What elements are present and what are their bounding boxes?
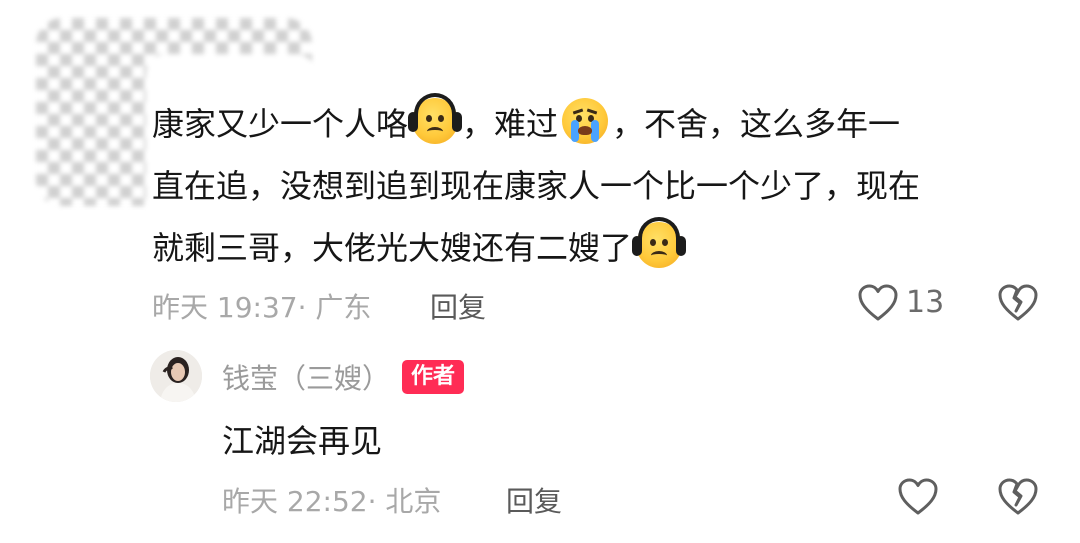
comment-line: 康家又少一个人咯 ，难过 ，不舍，这么多年一 bbox=[152, 93, 1052, 155]
reply-reply-button[interactable]: 回复 bbox=[506, 480, 562, 520]
like-count: 13 bbox=[906, 285, 945, 320]
heart-icon[interactable] bbox=[858, 284, 898, 322]
comment-line: 直在追，没想到追到现在康家人一个比一个少了，现在 bbox=[152, 155, 1052, 217]
reply-author-name[interactable]: 钱莹（三嫂） bbox=[222, 357, 390, 397]
comment-reply-button[interactable]: 回复 bbox=[430, 286, 486, 326]
reply-meta: 昨天 22:52· 北京 bbox=[222, 485, 442, 518]
comment-line: 就剩三哥，大佬光大嫂还有二嫂了 bbox=[152, 217, 1052, 279]
headphones-sad-emoji-icon bbox=[632, 217, 687, 268]
broken-heart-icon[interactable] bbox=[998, 478, 1038, 516]
comment-text-segment: 康家又少一个人咯 bbox=[152, 105, 409, 143]
comment-meta: 昨天 19:37· 广东 bbox=[152, 291, 372, 324]
reply-author-avatar[interactable] bbox=[150, 350, 202, 402]
broken-heart-icon[interactable] bbox=[998, 284, 1038, 322]
headphones-sad-emoji-icon bbox=[408, 93, 463, 144]
comment-text-segment: 直在追，没想到追到现在康家人一个比一个少了，现在 bbox=[152, 167, 921, 205]
comment-text-segment: 就剩三哥，大佬光大嫂还有二嫂了 bbox=[152, 229, 633, 267]
heart-icon[interactable] bbox=[898, 478, 938, 516]
comment-body: 康家又少一个人咯 ，难过 ，不舍，这么多年一 直在追，没想到追到现在康家人一个比一个… bbox=[152, 93, 1052, 279]
comment-text-segment: ，不舍，这么多年一 bbox=[612, 105, 901, 143]
reply-text: 江湖会再见 bbox=[222, 422, 383, 460]
crying-emoji-icon bbox=[562, 98, 609, 144]
author-badge: 作者 bbox=[402, 360, 465, 394]
comment-text-segment: ，难过 bbox=[462, 105, 559, 143]
